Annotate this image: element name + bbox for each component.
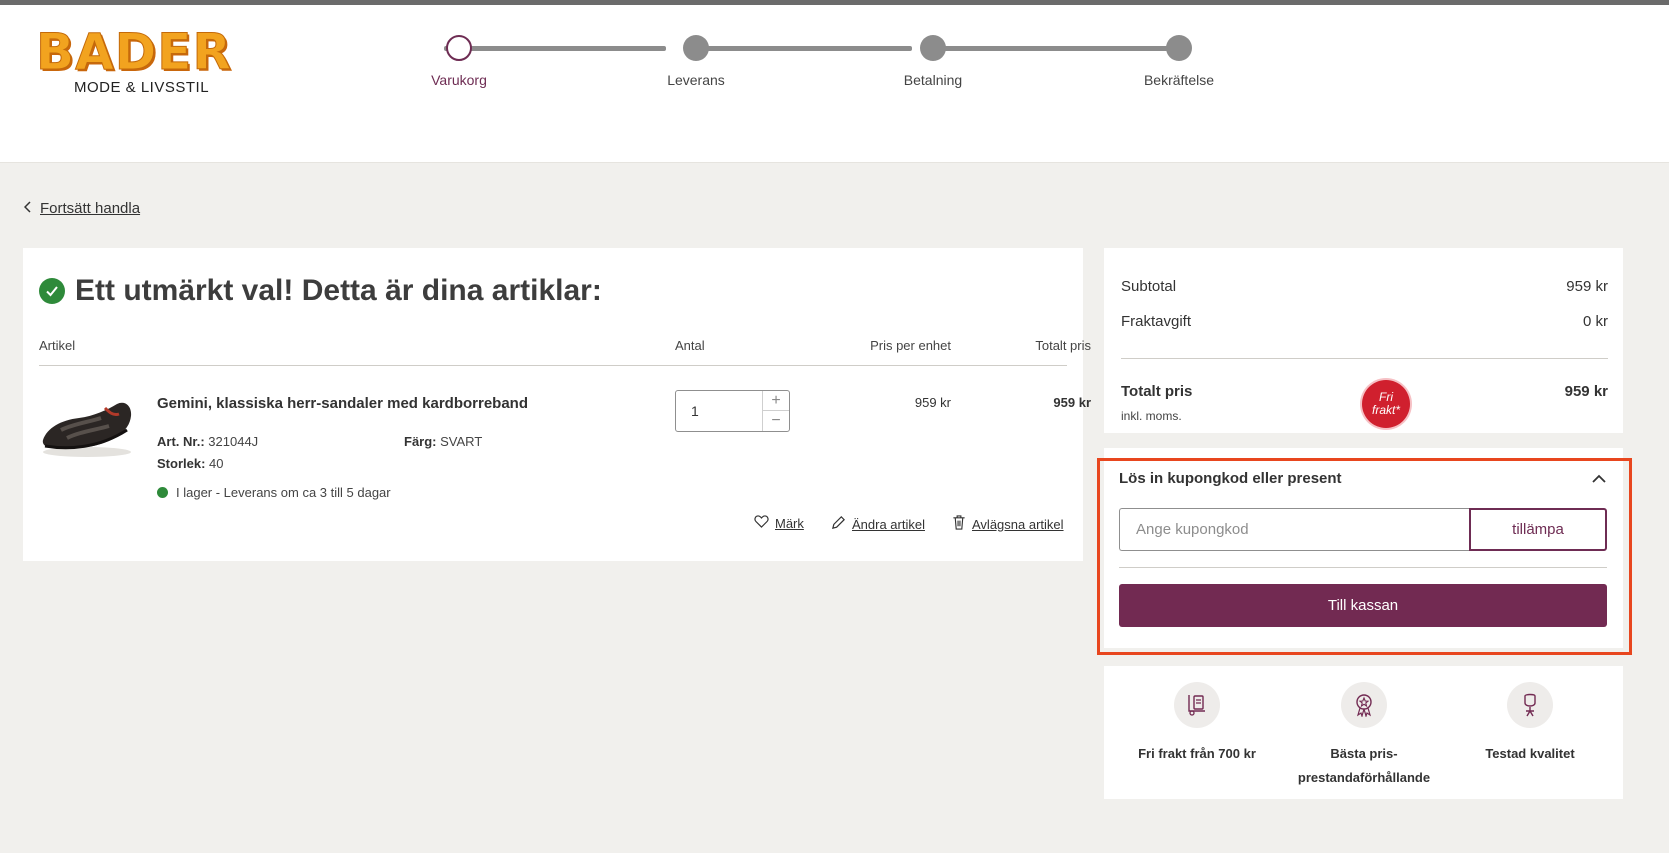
usp-label-free-shipping: Fri frakt från 700 kr — [1138, 746, 1256, 761]
apply-coupon-button[interactable]: tillämpa — [1469, 508, 1607, 551]
remove-item-label: Avlägsna artikel — [972, 516, 1064, 532]
cart-panel: Ett utmärkt val! Detta är dina artiklar:… — [23, 248, 1091, 561]
chevron-up-icon[interactable] — [1592, 470, 1606, 488]
step-label-betalning: Betalning — [903, 72, 963, 88]
step-label-leverans: Leverans — [667, 72, 725, 88]
product-image[interactable] — [39, 390, 134, 460]
usp-free-shipping: Fri frakt från 700 kr — [1112, 682, 1282, 766]
color-label: Färg: — [404, 434, 437, 449]
total-value: 959 kr — [1564, 383, 1608, 400]
usp-best-value: Bästa pris-prestandaförhållande — [1279, 682, 1449, 790]
article-number: Art. Nr.: 321044J — [157, 434, 258, 449]
continue-shopping-label: Fortsätt handla — [40, 200, 141, 217]
bader-logo[interactable]: BADER MODE & LIVSSTIL — [32, 25, 242, 100]
subtotal-row: Subtotal 959 kr — [1121, 278, 1608, 295]
product-size: Storlek: 40 — [157, 456, 224, 471]
total-label: Totalt pris — [1121, 383, 1193, 400]
summary-divider — [1121, 358, 1608, 359]
heart-icon — [754, 515, 769, 531]
mark-button[interactable]: Märk — [754, 515, 804, 531]
shipping-row: Fraktavgift 0 kr — [1121, 313, 1608, 330]
shipping-label: Fraktavgift — [1121, 313, 1192, 330]
step-dot-varukorg — [446, 35, 472, 61]
coupon-code-input[interactable] — [1119, 508, 1470, 551]
continue-shopping-link[interactable]: Fortsätt handla — [23, 200, 141, 217]
column-header-quantity: Antal — [675, 338, 705, 353]
progress-line — [444, 46, 666, 51]
quantity-value[interactable]: 1 — [691, 403, 699, 419]
article-number-label: Art. Nr.: — [157, 434, 205, 449]
subtotal-label: Subtotal — [1121, 278, 1177, 295]
quantity-stepper[interactable]: 1 + − — [675, 390, 790, 432]
order-summary-panel: Subtotal 959 kr Fraktavgift 0 kr Totalt … — [1104, 248, 1623, 433]
stock-status: I lager - Leverans om ca 3 till 5 dagar — [157, 485, 391, 500]
total-price: 959 kr — [1053, 395, 1091, 410]
checkout-header: BADER MODE & LIVSSTIL Varukorg Leverans … — [0, 5, 1669, 163]
usp-panel: Fri frakt från 700 kr Bästa pris-prestan… — [1104, 666, 1623, 799]
usp-tested-quality: Testad kvalitet — [1445, 682, 1615, 766]
coupon-divider — [1119, 567, 1607, 568]
mark-label: Märk — [775, 515, 804, 531]
progress-line — [692, 46, 912, 51]
remove-item-button[interactable]: Avlägsna artikel — [952, 515, 1064, 533]
column-header-unit-price: Pris per enhet — [870, 338, 951, 353]
chevron-left-icon — [23, 200, 32, 217]
in-stock-dot-icon — [157, 487, 168, 498]
step-label-bekraftelse: Bekräftelse — [1143, 72, 1215, 88]
pencil-icon — [831, 515, 846, 533]
progress-line — [938, 46, 1168, 51]
cart-title: Ett utmärkt val! Detta är dina artiklar: — [39, 274, 602, 308]
free-shipping-badge: Fri frakt* — [1362, 380, 1410, 428]
unit-price: 959 kr — [914, 395, 951, 410]
minus-icon[interactable]: − — [763, 411, 789, 431]
usp-label-tested-quality: Testad kvalitet — [1485, 746, 1575, 761]
quality-icon — [1507, 682, 1553, 728]
edit-item-button[interactable]: Ändra artikel — [831, 515, 925, 533]
step-label-varukorg: Varukorg — [431, 72, 487, 88]
checkmark-icon — [39, 278, 65, 304]
checkout-button[interactable]: Till kassan — [1119, 584, 1607, 627]
column-header-article: Artikel — [39, 338, 76, 353]
subtotal-value: 959 kr — [1566, 278, 1608, 295]
total-vat-note: inkl. moms. — [1121, 409, 1182, 423]
cart-title-text: Ett utmärkt val! Detta är dina artiklar: — [75, 274, 602, 307]
step-dot-betalning — [920, 35, 946, 61]
product-color: Färg: SVART — [404, 434, 482, 449]
edit-item-label: Ändra artikel — [852, 516, 925, 532]
badge-line-2: frakt* — [1371, 403, 1400, 417]
usp-label-best-value: Bästa pris-prestandaförhållande — [1297, 746, 1431, 785]
article-number-value: 321044J — [208, 434, 259, 449]
logo-word: BADER — [36, 23, 232, 81]
trash-icon — [952, 515, 966, 533]
color-value: SVART — [440, 434, 483, 449]
size-value: 40 — [209, 456, 224, 471]
coupon-title[interactable]: Lös in kupongkod eller present — [1119, 470, 1342, 487]
header-divider — [39, 365, 1067, 366]
award-icon — [1341, 682, 1387, 728]
delivery-icon — [1174, 682, 1220, 728]
step-dot-leverans — [683, 35, 709, 61]
plus-icon[interactable]: + — [763, 391, 789, 411]
shipping-value: 0 kr — [1582, 313, 1608, 330]
column-header-total-price: Totalt pris — [1035, 338, 1091, 353]
stock-status-text: I lager - Leverans om ca 3 till 5 dagar — [176, 485, 391, 500]
size-label: Storlek: — [157, 456, 206, 471]
step-dot-bekraftelse — [1166, 35, 1192, 61]
logo-subtitle: MODE & LIVSSTIL — [74, 79, 210, 96]
product-name[interactable]: Gemini, klassiska herr-sandaler med kard… — [157, 395, 528, 412]
quantity-buttons: + − — [762, 391, 789, 431]
